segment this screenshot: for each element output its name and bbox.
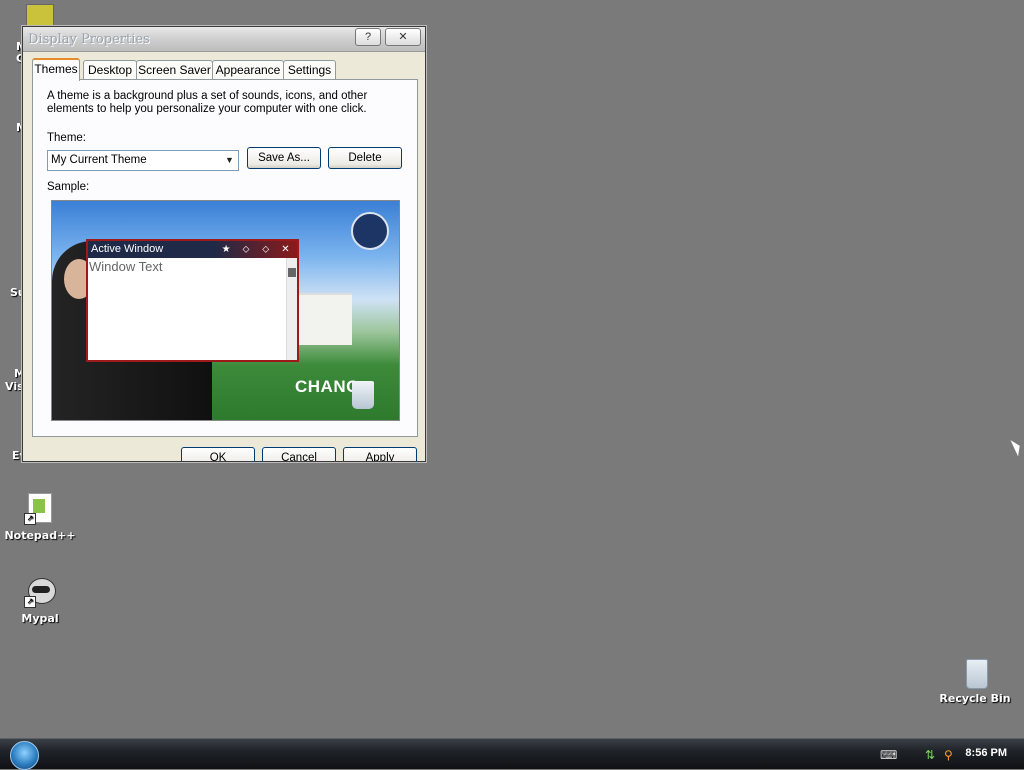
- sample-active-window-titlebar: Active Window ★ ⬦ ⬦ ✕: [88, 241, 297, 258]
- desktop-icon-mypal[interactable]: ↗ Mypal: [0, 576, 80, 625]
- minimize-icon: ⬦: [242, 244, 250, 255]
- close-button[interactable]: ✕: [385, 28, 421, 46]
- theme-dropdown[interactable]: My Current Theme ▼: [47, 150, 239, 171]
- sample-background-text: CHANG: [295, 377, 360, 396]
- mouse-cursor-icon: [1010, 437, 1024, 457]
- keyboard-icon[interactable]: ⌨: [880, 748, 897, 762]
- sample-scrollbar-thumb: [288, 268, 296, 277]
- sample-emblem-icon: [351, 212, 389, 250]
- tab-themes[interactable]: Themes: [32, 58, 80, 81]
- desktop-icon-notepad-plus-plus[interactable]: ↗ Notepad++: [0, 493, 80, 542]
- ok-button[interactable]: OK: [181, 447, 255, 461]
- notepad-plus-plus-icon: ↗: [24, 493, 56, 525]
- search-icon[interactable]: ⚲: [944, 748, 953, 762]
- help-button[interactable]: ?: [355, 28, 381, 46]
- maximize-icon: ⬦: [262, 244, 270, 255]
- delete-button[interactable]: Delete: [328, 147, 402, 169]
- mypal-icon: ↗: [24, 576, 56, 608]
- desktop-icon-recycle-bin[interactable]: Recycle Bin: [935, 656, 1015, 705]
- desktop-icon-label: Recycle Bin: [939, 692, 1011, 705]
- themes-panel: A theme is a background plus a set of so…: [32, 79, 418, 437]
- title-bar[interactable]: Display Properties ? ✕: [23, 27, 425, 52]
- start-button[interactable]: [10, 741, 39, 770]
- tab-appearance[interactable]: Appearance: [212, 60, 284, 79]
- network-icon[interactable]: ⇅: [925, 748, 935, 762]
- desktop-icon-label: Notepad++: [4, 529, 76, 542]
- recycle-bin-icon: [959, 656, 991, 689]
- sample-window-buttons: ★ ⬦ ⬦ ✕: [218, 241, 294, 258]
- taskbar: ⌨ ⇅ ⚲ 8:56 PM: [0, 738, 1024, 770]
- save-as-button[interactable]: Save As...: [247, 147, 321, 169]
- tab-settings[interactable]: Settings: [283, 60, 336, 79]
- tab-desktop[interactable]: Desktop: [83, 60, 137, 79]
- taskbar-clock[interactable]: 8:56 PM: [965, 747, 1007, 759]
- window-title: Display Properties: [28, 32, 150, 47]
- sample-scrollbar: [286, 258, 297, 360]
- sample-recycle-bin-icon: [352, 381, 374, 409]
- sample-window-text: Window Text: [89, 259, 163, 274]
- sample-active-window: Active Window ★ ⬦ ⬦ ✕ Window Text: [86, 239, 299, 362]
- theme-sample-preview: CHANG Active Window ★ ⬦ ⬦ ✕ Window Text: [51, 200, 400, 421]
- display-properties-dialog: Display Properties ? ✕ Themes Desktop Sc…: [22, 26, 426, 462]
- star-icon: ★: [221, 244, 231, 255]
- chevron-down-icon[interactable]: ▼: [223, 153, 236, 168]
- themes-description: A theme is a background plus a set of so…: [47, 90, 368, 115]
- sample-active-window-title: Active Window: [91, 243, 164, 255]
- sample-label: Sample:: [47, 181, 90, 193]
- theme-label: Theme:: [47, 132, 86, 144]
- tab-screen-saver[interactable]: Screen Saver: [136, 60, 213, 79]
- apply-button[interactable]: Apply: [343, 447, 417, 461]
- close-icon: ✕: [281, 244, 290, 255]
- cancel-button[interactable]: Cancel: [262, 447, 336, 461]
- desktop-icon-label: Mypal: [21, 612, 59, 625]
- theme-dropdown-value: My Current Theme: [51, 154, 147, 166]
